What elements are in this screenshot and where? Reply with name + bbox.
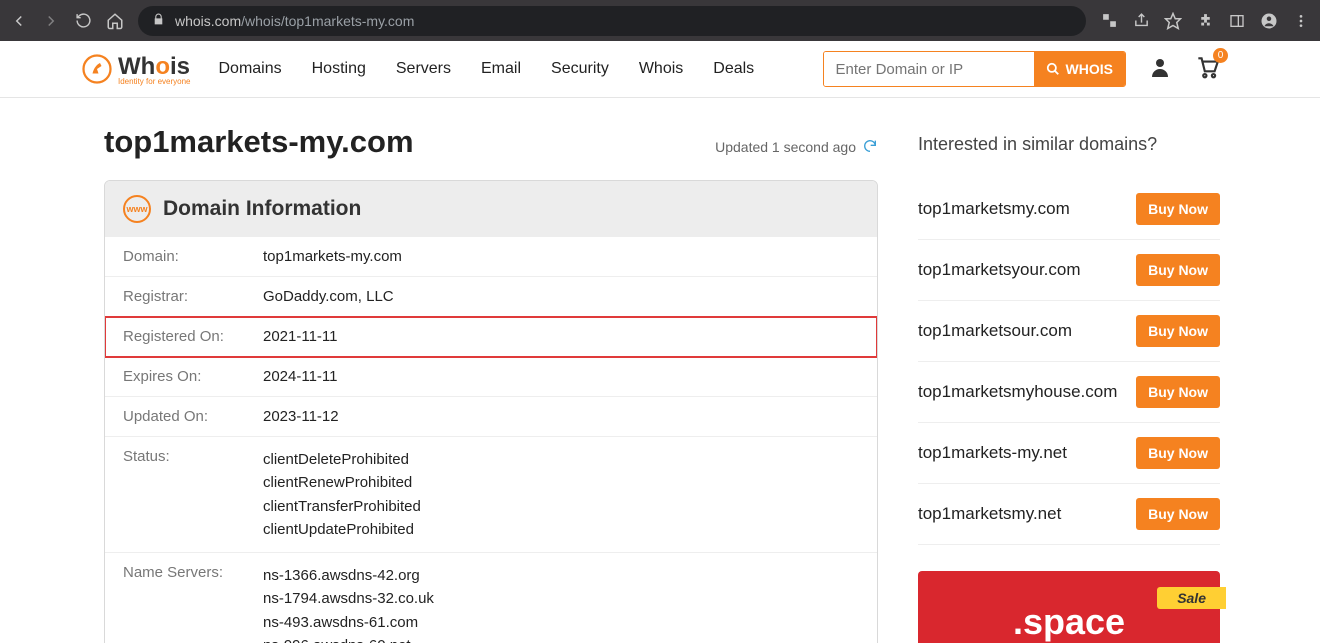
similar-row: top1marketsour.comBuy Now — [918, 301, 1220, 362]
sidebar-title: Interested in similar domains? — [918, 134, 1220, 155]
nav-domains[interactable]: Domains — [218, 60, 281, 78]
search-input[interactable] — [824, 52, 1034, 86]
buy-button[interactable]: Buy Now — [1136, 193, 1220, 225]
cart-icon[interactable]: 0 — [1194, 54, 1220, 85]
row-updated-on: Updated On:2023-11-12 — [105, 397, 877, 437]
logo-text: Whois — [118, 53, 190, 80]
search-button-label: WHOIS — [1066, 61, 1113, 77]
domain-info-panel: www Domain Information Domain:top1market… — [104, 180, 878, 643]
share-icon[interactable] — [1132, 12, 1150, 30]
cart-badge: 0 — [1213, 48, 1228, 63]
buy-button[interactable]: Buy Now — [1136, 498, 1220, 530]
lock-icon — [152, 13, 165, 29]
updated-status: Updated 1 second ago — [715, 138, 878, 157]
logo[interactable]: Whois Identity for everyone — [82, 53, 190, 86]
similar-row: top1markets-my.netBuy Now — [918, 423, 1220, 484]
search-icon — [1046, 62, 1060, 76]
logo-subtext: Identity for everyone — [118, 77, 190, 86]
row-status: Status: clientDeleteProhibited clientRen… — [105, 437, 877, 553]
row-registered-on: Registered On:2021-11-11 — [105, 317, 877, 357]
buy-button[interactable]: Buy Now — [1136, 254, 1220, 286]
sidepanel-icon[interactable] — [1228, 12, 1246, 30]
panel-title: Domain Information — [163, 197, 361, 221]
sale-tag: Sale — [1157, 587, 1226, 609]
nav-deals[interactable]: Deals — [713, 60, 754, 78]
similar-row: top1marketsyour.comBuy Now — [918, 240, 1220, 301]
nav-security[interactable]: Security — [551, 60, 609, 78]
row-registrar: Registrar:GoDaddy.com, LLC — [105, 277, 877, 317]
similar-row: top1marketsmy.netBuy Now — [918, 484, 1220, 545]
reload-button[interactable] — [74, 12, 92, 30]
profile-icon[interactable] — [1260, 12, 1278, 30]
nav-hosting[interactable]: Hosting — [312, 60, 366, 78]
row-expires-on: Expires On:2024-11-11 — [105, 357, 877, 397]
similar-row: top1marketsmyhouse.comBuy Now — [918, 362, 1220, 423]
nav-menu: Domains Hosting Servers Email Security W… — [218, 60, 754, 78]
domain-search: WHOIS — [823, 51, 1126, 87]
row-domain: Domain:top1markets-my.com — [105, 237, 877, 277]
nav-whois[interactable]: Whois — [639, 60, 683, 78]
nav-servers[interactable]: Servers — [396, 60, 451, 78]
menu-icon[interactable] — [1292, 12, 1310, 30]
similar-domains-sidebar: Interested in similar domains? top1marke… — [918, 124, 1220, 643]
buy-button[interactable]: Buy Now — [1136, 315, 1220, 347]
user-icon[interactable] — [1148, 55, 1172, 84]
search-button[interactable]: WHOIS — [1034, 52, 1125, 86]
www-icon: www — [123, 195, 151, 223]
address-bar[interactable]: whois.com/whois/top1markets-my.com — [138, 6, 1086, 36]
row-name-servers: Name Servers: ns-1366.awsdns-42.org ns-1… — [105, 553, 877, 643]
browser-chrome: whois.com/whois/top1markets-my.com — [0, 0, 1320, 41]
extensions-icon[interactable] — [1196, 12, 1214, 30]
back-button[interactable] — [10, 12, 28, 30]
nav-email[interactable]: Email — [481, 60, 521, 78]
logo-icon — [82, 54, 112, 84]
translate-icon[interactable] — [1100, 12, 1118, 30]
bookmark-star-icon[interactable] — [1164, 12, 1182, 30]
similar-row: top1marketsmy.comBuy Now — [918, 179, 1220, 240]
forward-button[interactable] — [42, 12, 60, 30]
url-text: whois.com/whois/top1markets-my.com — [175, 13, 414, 29]
buy-button[interactable]: Buy Now — [1136, 437, 1220, 469]
refresh-icon[interactable] — [862, 138, 878, 157]
site-header: Whois Identity for everyone Domains Host… — [0, 41, 1320, 98]
page-title: top1markets-my.com — [104, 124, 414, 160]
promo-banner[interactable]: Sale .space — [918, 571, 1220, 643]
buy-button[interactable]: Buy Now — [1136, 376, 1220, 408]
home-button[interactable] — [106, 12, 124, 30]
